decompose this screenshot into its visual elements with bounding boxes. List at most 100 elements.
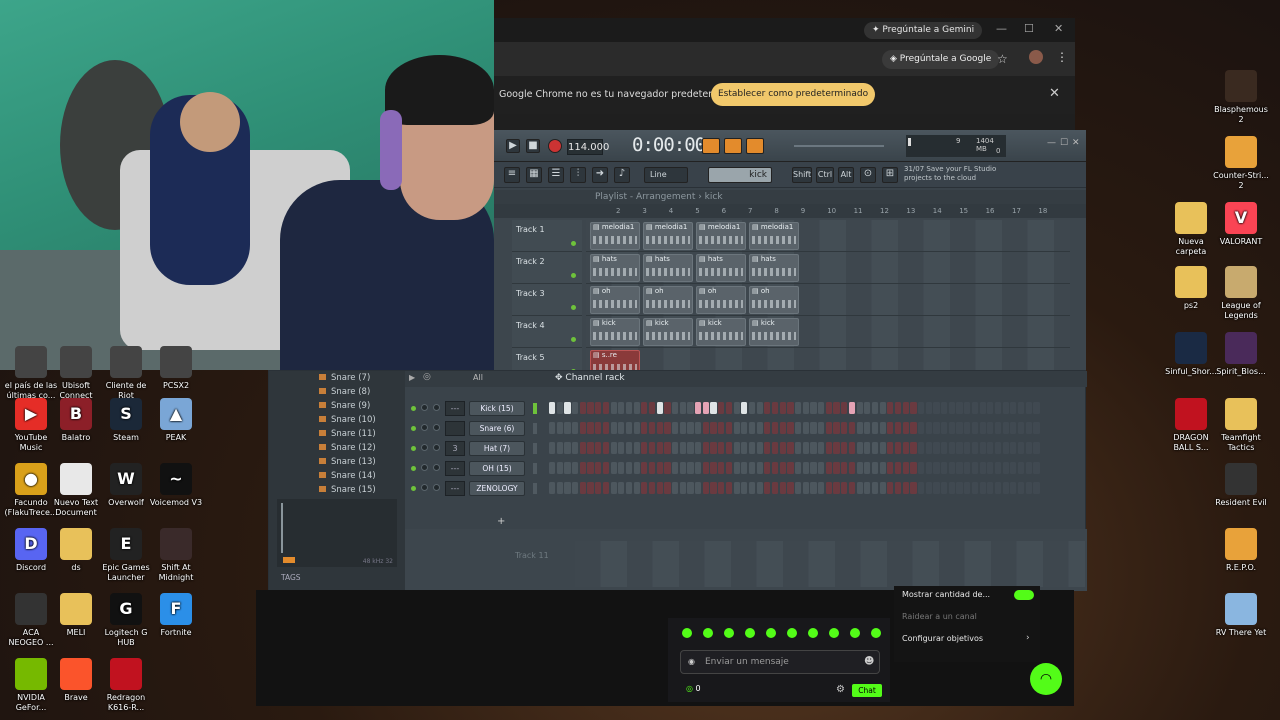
counter-strike-icon[interactable]: Counter-Stri... 2: [1210, 136, 1272, 191]
step-button[interactable]: [756, 442, 763, 454]
step-button[interactable]: [587, 482, 594, 494]
step-button[interactable]: [1010, 442, 1017, 454]
step-button[interactable]: [841, 402, 848, 414]
snap-mode-select[interactable]: Line: [644, 167, 688, 183]
step-button[interactable]: [648, 482, 656, 494]
channel-name-button[interactable]: OH (15): [469, 461, 525, 476]
volume-knob[interactable]: [433, 444, 440, 451]
browser-item[interactable]: Snare (12): [319, 443, 376, 453]
step-button[interactable]: [964, 482, 971, 494]
add-channel-button[interactable]: +: [497, 516, 505, 527]
piano-roll-icon[interactable]: ▦: [526, 167, 542, 183]
step-button[interactable]: [856, 402, 863, 414]
pan-knob[interactable]: [421, 424, 428, 431]
step-button[interactable]: [679, 442, 686, 454]
step-button[interactable]: [818, 482, 825, 494]
step-button[interactable]: [994, 462, 1002, 474]
pattern-clip[interactable]: ▤ hats: [749, 254, 799, 282]
chat-settings-icon[interactable]: ⚙: [836, 684, 845, 695]
step-button[interactable]: [595, 462, 602, 474]
step-button[interactable]: [795, 422, 802, 434]
fl-minimize-icon[interactable]: —: [1047, 138, 1056, 148]
step-button[interactable]: [964, 462, 971, 474]
browser-item[interactable]: Snare (10): [319, 415, 376, 425]
step-button[interactable]: [918, 402, 925, 414]
step-button[interactable]: [695, 462, 702, 474]
step-button[interactable]: [910, 442, 917, 454]
channel-select-bar[interactable]: [533, 463, 537, 474]
step-button[interactable]: [787, 462, 794, 474]
emote-icon[interactable]: [682, 628, 692, 638]
google-button[interactable]: ◈ Pregúntale a Google: [882, 50, 1000, 69]
shift-key[interactable]: Shift: [792, 167, 812, 183]
step-button[interactable]: [710, 422, 717, 434]
step-button[interactable]: [756, 422, 763, 434]
peak-icon[interactable]: ▲ PEAK: [145, 398, 207, 443]
step-button[interactable]: [702, 402, 709, 414]
step-button[interactable]: [894, 422, 902, 434]
step-button[interactable]: [549, 482, 556, 494]
step-button[interactable]: [648, 462, 656, 474]
step-button[interactable]: [956, 462, 963, 474]
blasphemous-icon[interactable]: Blasphemous 2: [1210, 70, 1272, 125]
step-button[interactable]: [1017, 442, 1025, 454]
shift-at-midnight-icon[interactable]: Shift At Midnight: [145, 528, 207, 583]
step-button[interactable]: [956, 402, 963, 414]
step-button[interactable]: [918, 442, 925, 454]
step-button[interactable]: [549, 442, 556, 454]
step-button[interactable]: [941, 402, 948, 414]
step-button[interactable]: [718, 442, 725, 454]
pan-knob[interactable]: [421, 444, 428, 451]
step-button[interactable]: [702, 462, 709, 474]
step-button[interactable]: [710, 482, 717, 494]
step-button[interactable]: [687, 482, 694, 494]
channel-select-bar[interactable]: [533, 423, 537, 434]
channel-led[interactable]: [411, 486, 416, 491]
emote-icon[interactable]: [766, 628, 776, 638]
step-button[interactable]: [764, 442, 771, 454]
step-button[interactable]: [748, 422, 756, 434]
step-button[interactable]: [948, 482, 955, 494]
spirit-blossom-icon[interactable]: Spirit_Blos...: [1210, 332, 1272, 377]
step-button[interactable]: [1010, 462, 1017, 474]
pattern-select[interactable]: kick: [708, 167, 772, 183]
step-button[interactable]: [595, 442, 602, 454]
channel-led[interactable]: [411, 466, 416, 471]
mixer-track-select[interactable]: ---: [445, 481, 465, 496]
browser-item[interactable]: Snare (7): [319, 373, 370, 383]
pan-knob[interactable]: [421, 464, 428, 471]
step-button[interactable]: [979, 422, 986, 434]
step-button[interactable]: [910, 422, 917, 434]
track-lane[interactable]: ▤ melodia1 ▤ melodia1 ▤ melodia1 ▤ melodia1: [586, 220, 1070, 252]
step-button[interactable]: [856, 482, 863, 494]
step-button[interactable]: [633, 402, 640, 414]
pcsx2-icon[interactable]: PCSX2: [145, 346, 207, 391]
step-button[interactable]: [902, 462, 909, 474]
step-button[interactable]: [748, 462, 756, 474]
show-count-setting[interactable]: Mostrar cantidad de...: [902, 590, 990, 599]
teamfight-tactics-icon[interactable]: Teamfight Tactics: [1210, 398, 1272, 453]
step-button[interactable]: [741, 482, 748, 494]
channel-select-bar[interactable]: [533, 443, 537, 454]
step-button[interactable]: [656, 482, 663, 494]
stop-icon[interactable]: ■: [526, 139, 540, 153]
countdown-icon[interactable]: [724, 138, 742, 154]
browser-item[interactable]: Snare (15): [319, 485, 376, 495]
step-button[interactable]: [979, 482, 986, 494]
channel-select-bar[interactable]: [533, 403, 537, 414]
step-button[interactable]: [802, 482, 809, 494]
step-button[interactable]: [871, 442, 879, 454]
step-button[interactable]: [633, 462, 640, 474]
step-button[interactable]: [1033, 442, 1040, 454]
step-button[interactable]: [894, 402, 902, 414]
step-button[interactable]: [672, 462, 679, 474]
step-button[interactable]: [841, 442, 848, 454]
step-button[interactable]: [687, 462, 694, 474]
step-button[interactable]: [664, 422, 671, 434]
step-button[interactable]: [648, 402, 656, 414]
step-button[interactable]: [718, 482, 725, 494]
step-button[interactable]: [695, 482, 702, 494]
step-button[interactable]: [579, 462, 586, 474]
step-button[interactable]: [687, 402, 694, 414]
step-button[interactable]: [618, 442, 625, 454]
